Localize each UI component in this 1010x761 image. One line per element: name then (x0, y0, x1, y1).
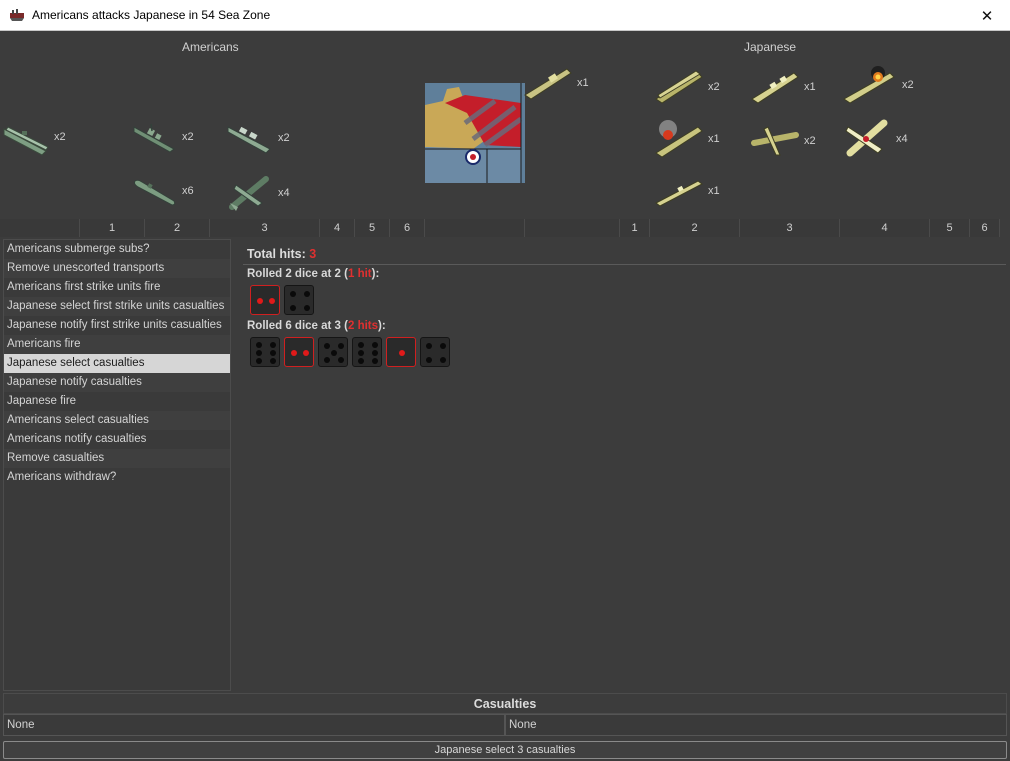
battleship-icon (133, 123, 175, 153)
die-miss-icon (284, 285, 314, 315)
dice-row (243, 285, 1008, 315)
die-miss-icon (250, 337, 280, 367)
cruiser-icon (751, 72, 799, 104)
jp-unit-destroyer: x1 (654, 173, 720, 209)
defender-casualties: None (505, 714, 1007, 736)
battle-step-item[interactable]: Americans first strike units fire (4, 278, 230, 297)
app-icon (10, 9, 24, 21)
battle-step-item[interactable]: Japanese select first strike units casua… (4, 297, 230, 316)
battle-step-item[interactable]: Americans fire (4, 335, 230, 354)
battle-step-item[interactable]: Japanese notify casualties (4, 373, 230, 392)
fighter-icon (751, 126, 799, 156)
die-hit-icon (250, 285, 280, 315)
jp-unit-cruiser: x1 (750, 67, 816, 107)
die-miss-icon (318, 337, 348, 367)
die-miss-icon (352, 337, 382, 367)
battle-step-item[interactable]: Japanese notify first strike units casua… (4, 316, 230, 335)
battle-step-item[interactable]: Japanese fire (4, 392, 230, 411)
window-titlebar: Americans attacks Japanese in 54 Sea Zon… (0, 0, 1010, 31)
us-unit-cruiser: x2 (226, 119, 290, 157)
fighter-icon (229, 176, 269, 211)
battle-steps-list[interactable]: Americans submerge subs? Remove unescorte… (3, 239, 231, 691)
us-unit-submarine: x6 (132, 173, 194, 209)
attacker-title: Americans (182, 40, 239, 54)
submarine-icon (133, 179, 176, 206)
attacker-roll-columns: 1 2 3 4 5 6 (0, 219, 425, 237)
defender-roll-columns: 1 2 3 4 5 6 (525, 219, 1000, 237)
jp-unit-bomber: x4 (842, 117, 908, 161)
close-icon: ✕ (980, 6, 994, 25)
close-button[interactable]: ✕ (964, 0, 1010, 31)
us-unit-fighter: x4 (226, 173, 290, 213)
battle-step-item[interactable]: Americans select casualties (4, 411, 230, 430)
cruiser-icon (227, 126, 271, 154)
sea-zone-map-icon (425, 83, 525, 183)
battle-step-item[interactable]: Remove unescorted transports (4, 259, 230, 278)
destroyer-icon (655, 180, 703, 207)
die-miss-icon (420, 337, 450, 367)
territory-spacer (425, 219, 525, 237)
die-hit-icon (284, 337, 314, 367)
carrier-icon (655, 70, 703, 104)
dice-row (243, 337, 1008, 367)
battle-step-item[interactable]: Japanese select casualties (4, 354, 230, 373)
attacker-casualties: None (3, 714, 505, 736)
defender-title: Japanese (744, 40, 797, 54)
jp-unit-damaged-carrier: x1 (654, 117, 720, 161)
casualties-panel: Casualties None None (3, 693, 1007, 738)
damaged-battleship-icon (843, 66, 895, 104)
jp-unit-damaged-battleship: x2 (842, 63, 914, 107)
battle-step-item[interactable]: Remove casualties (4, 449, 230, 468)
jp-unit-transport: x1 (523, 63, 589, 103)
dice-results-panel: Total hits: 3 Rolled 2 dice at 2 (1 hit)… (243, 247, 1008, 372)
battle-step-item[interactable]: Americans submerge subs? (4, 240, 230, 259)
total-hits: Total hits: 3 (247, 247, 317, 261)
battle-step-item[interactable]: Americans withdraw? (4, 468, 230, 487)
divider (243, 264, 1006, 265)
roll-label: Rolled 2 dice at 2 (1 hit): (247, 268, 380, 280)
select-casualties-button[interactable]: Japanese select 3 casualties (3, 741, 1007, 759)
casualties-title: Casualties (3, 693, 1007, 714)
die-hit-icon (386, 337, 416, 367)
bomber-icon (845, 119, 888, 157)
window-title: Americans attacks Japanese in 54 Sea Zon… (32, 8, 271, 22)
roll-label: Rolled 6 dice at 3 (2 hits): (247, 320, 386, 332)
damaged-carrier-icon (655, 120, 703, 158)
roll-groups: Rolled 2 dice at 2 (1 hit): Rolled 6 dice… (243, 268, 1008, 367)
jp-unit-carrier: x2 (654, 67, 720, 107)
us-unit-battleship: x2 (132, 119, 194, 155)
battle-display: Americans Japanese x2 x2 x2 x6 x4 x1 x2 … (0, 31, 1010, 237)
us-unit-carrier: x2 (2, 117, 66, 157)
battle-step-item[interactable]: Americans notify casualties (4, 430, 230, 449)
jp-unit-fighter: x2 (750, 121, 816, 161)
carrier-icon (3, 126, 49, 156)
transport-icon (524, 68, 572, 100)
